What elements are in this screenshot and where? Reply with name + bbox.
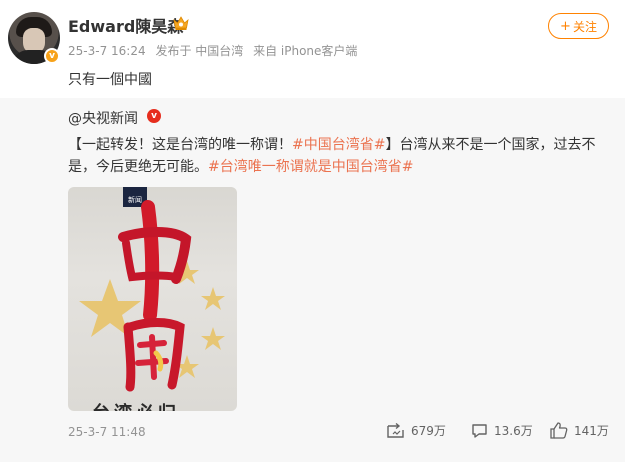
follow-button[interactable]: + 关注 — [548, 13, 609, 39]
follow-label: 关注 — [572, 19, 597, 34]
hashtag-link[interactable]: #台湾唯一称谓就是中国台湾省# — [208, 159, 413, 175]
repost-count: 679万 — [411, 424, 446, 438]
original-text: 【一起转发！这是台湾的唯一称谓！#中国台湾省#】台湾从来不是一个国家，过去不是，… — [68, 134, 608, 178]
small-gold-star-icon — [201, 287, 225, 310]
original-author[interactable]: @央视新闻 — [68, 108, 138, 128]
media-image[interactable]: 新闻 台湾必归 — [68, 187, 237, 411]
comment-button[interactable]: 13.6万 — [471, 422, 533, 439]
verified-badge-icon: v — [44, 48, 60, 64]
original-author-name[interactable]: @央视新闻 — [68, 111, 138, 127]
verified-badge-label: v — [49, 50, 55, 61]
original-date[interactable]: 25-3-7 11:48 — [68, 425, 146, 439]
vip-crown-icon[interactable] — [172, 15, 190, 31]
post-text: 只有一個中國 — [68, 72, 152, 88]
post-meta: 25-3-7 16:24 发布于 中国台湾 来自 iPhone客户端 — [68, 42, 363, 59]
post-location: 发布于 中国台湾 — [155, 44, 244, 58]
red-calligraphy-stroke — [123, 322, 136, 392]
repost-button[interactable]: 679万 — [387, 422, 446, 439]
repost-card[interactable]: @央视新闻 v 【一起转发！这是台湾的唯一称谓！#中国台湾省#】台湾从来不是一个… — [0, 98, 625, 462]
like-button[interactable]: 141万 — [550, 422, 609, 439]
plus-icon: + — [560, 18, 571, 34]
repost-icon — [387, 422, 404, 438]
comment-count: 13.6万 — [494, 424, 533, 438]
small-gold-star-icon — [201, 327, 225, 350]
media-caption: 台湾必归 — [92, 399, 212, 411]
blue-v-verified-icon: v — [147, 109, 161, 123]
thumbs-up-icon — [550, 422, 568, 439]
post-header: v Edward陳昊森 25-3-7 16:24 发布于 中国台湾 来自 iPh… — [0, 0, 625, 98]
post-source: 来自 iPhone客户端 — [253, 44, 358, 58]
author-name[interactable]: Edward陳昊森 — [68, 13, 183, 37]
china-artwork-image — [79, 200, 225, 392]
red-calligraphy-stroke — [141, 200, 160, 322]
like-count: 141万 — [574, 424, 609, 438]
original-text-part1: 【一起转发！这是台湾的唯一称谓！ — [68, 137, 292, 153]
hashtag-link[interactable]: #中国台湾省# — [292, 137, 385, 153]
post-time[interactable]: 25-3-7 16:24 — [68, 44, 146, 58]
verify-badge-label: v — [151, 110, 157, 121]
comment-icon — [472, 423, 487, 438]
